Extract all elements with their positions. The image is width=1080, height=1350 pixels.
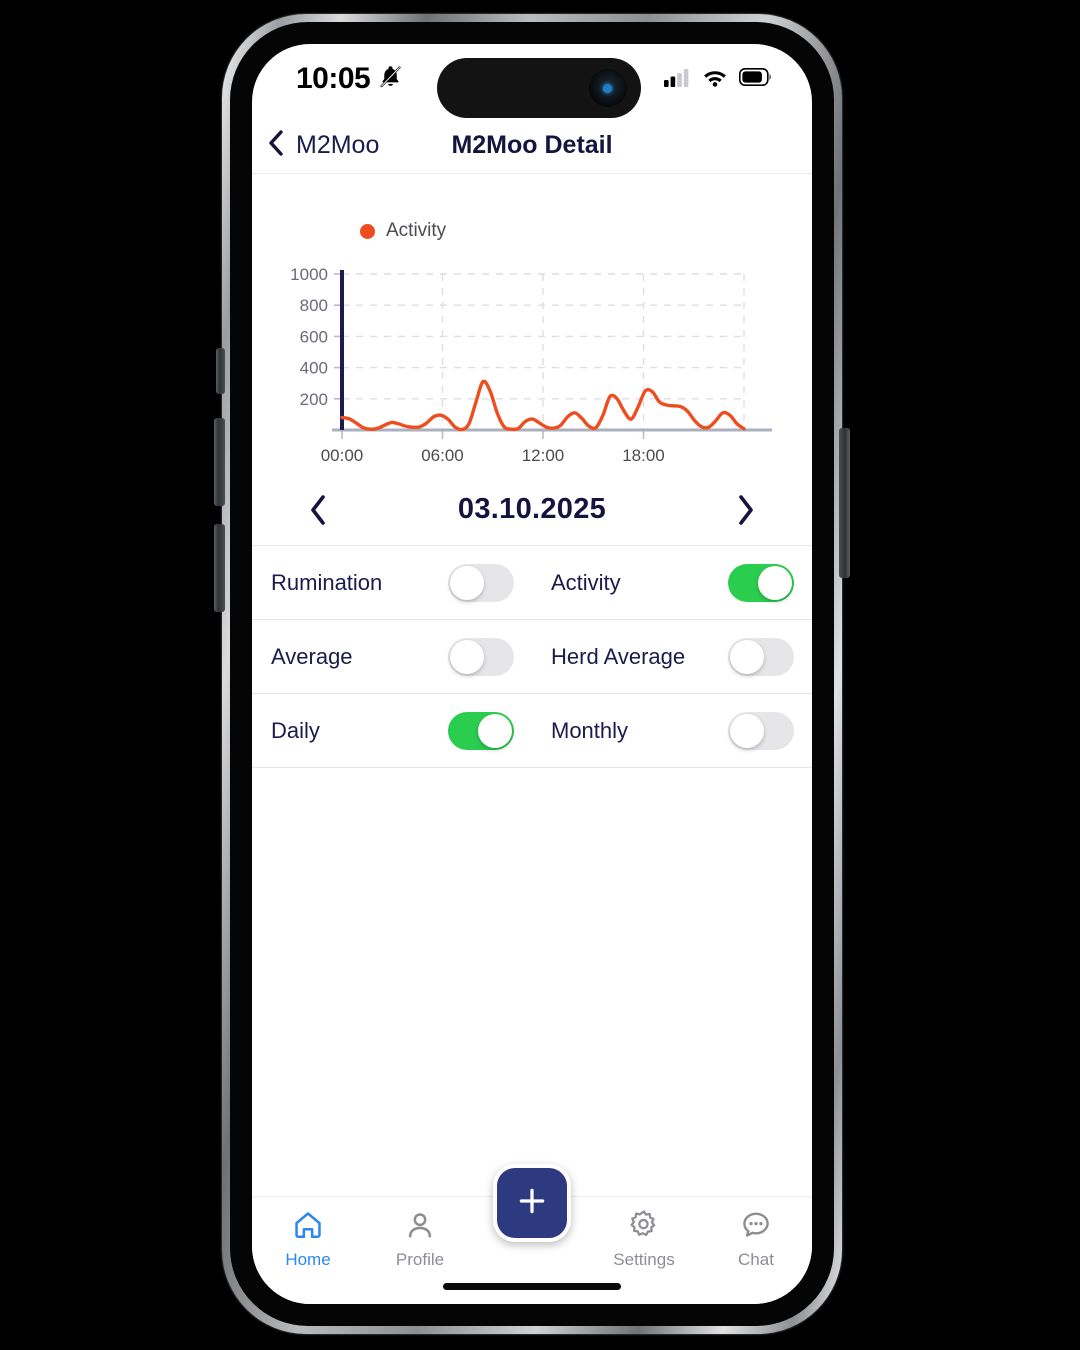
chart-legend: Activity	[360, 220, 812, 242]
tab-label-settings: Settings	[613, 1250, 675, 1269]
toggle-switch-average[interactable]	[448, 637, 514, 676]
svg-text:600: 600	[300, 327, 328, 346]
volume-up-button[interactable]	[214, 418, 225, 506]
toggle-cell-activity: Activity	[532, 563, 812, 602]
cellular-signal-icon	[664, 67, 691, 92]
toggle-switch-herd-average[interactable]	[728, 637, 794, 676]
toggle-knob	[730, 639, 764, 674]
legend-dot-icon	[360, 223, 375, 239]
gear-icon	[628, 1209, 660, 1246]
svg-text:06:00: 06:00	[421, 446, 464, 465]
svg-text:800: 800	[300, 296, 328, 315]
plus-icon	[515, 1184, 549, 1223]
battery-icon	[739, 67, 772, 91]
wifi-icon	[702, 67, 728, 92]
tab-chat[interactable]: Chat	[700, 1209, 812, 1270]
metric-toggle-list: Rumination Activity Average Herd Average	[252, 546, 812, 768]
status-time: 10:05	[296, 62, 371, 95]
toggle-switch-rumination[interactable]	[448, 563, 514, 602]
svg-text:1000: 1000	[290, 265, 328, 284]
toggle-label-activity: Activity	[551, 569, 621, 595]
toggle-knob	[758, 565, 792, 600]
home-icon	[292, 1209, 324, 1246]
tab-label-profile: Profile	[395, 1250, 445, 1269]
bell-muted-icon	[378, 64, 403, 94]
status-bar: 10:05	[252, 44, 812, 118]
toggle-knob	[450, 639, 484, 674]
toggle-cell-average: Average	[252, 637, 532, 676]
svg-text:400: 400	[300, 359, 328, 378]
status-bar-right	[664, 67, 778, 92]
toggle-label-average: Average	[271, 643, 353, 669]
date-selector: 03.10.2025	[252, 474, 812, 546]
next-day-button[interactable]	[735, 493, 757, 527]
legend-label: Activity	[386, 220, 447, 241]
volume-down-button[interactable]	[214, 524, 225, 612]
toggle-label-herd-average: Herd Average	[551, 643, 686, 669]
chat-bubble-icon	[740, 1209, 772, 1246]
toggle-cell-monthly: Monthly	[532, 711, 812, 750]
toggle-knob	[730, 713, 764, 748]
activity-line-chart[interactable]: 1000 800 600 400 200 00:00 06:00 12:00 18:00	[252, 258, 812, 473]
status-bar-left: 10:05	[296, 62, 403, 96]
toggle-knob	[478, 713, 512, 748]
phone-screen: 10:05 M2Moo M2Moo Detail Activity 1000 8…	[252, 44, 812, 1304]
tab-profile[interactable]: Profile	[364, 1209, 476, 1270]
tab-home[interactable]: Home	[252, 1209, 364, 1270]
toggle-row: Rumination Activity	[252, 546, 812, 620]
navigation-bar: M2Moo M2Moo Detail	[252, 118, 812, 174]
power-button[interactable]	[839, 428, 850, 578]
front-camera-icon	[589, 69, 627, 107]
dynamic-island	[437, 58, 641, 118]
svg-text:12:00: 12:00	[522, 446, 565, 465]
svg-text:18:00: 18:00	[622, 446, 665, 465]
toggle-label-rumination: Rumination	[271, 569, 383, 595]
toggle-label-monthly: Monthly	[551, 717, 629, 743]
silent-switch-button[interactable]	[216, 348, 225, 394]
svg-text:200: 200	[300, 390, 328, 409]
toggle-row: Daily Monthly	[252, 694, 812, 768]
toggle-cell-daily: Daily	[252, 711, 532, 750]
selected-date: 03.10.2025	[457, 493, 607, 525]
tab-label-chat: Chat	[738, 1250, 774, 1269]
tab-settings[interactable]: Settings	[588, 1209, 700, 1270]
person-icon	[404, 1209, 436, 1246]
toggle-label-daily: Daily	[271, 717, 320, 743]
activity-chart-card: Activity 1000 800 600 400 200 00:00 06:00 12:00…	[252, 174, 812, 474]
toggle-cell-rumination: Rumination	[252, 563, 532, 602]
screenshot-stage: 10:05 M2Moo M2Moo Detail Activity 1000 8…	[0, 0, 1080, 1350]
toggle-knob	[450, 565, 484, 600]
toggle-switch-activity[interactable]	[728, 563, 794, 602]
toggle-row: Average Herd Average	[252, 620, 812, 694]
add-button[interactable]	[493, 1164, 571, 1242]
toggle-cell-herd-average: Herd Average	[532, 637, 812, 676]
home-indicator	[443, 1283, 621, 1290]
previous-day-button[interactable]	[307, 493, 329, 527]
back-button-label: M2Moo	[296, 131, 380, 159]
svg-text:00:00: 00:00	[321, 446, 364, 465]
back-button[interactable]: M2Moo	[266, 128, 379, 163]
toggle-switch-daily[interactable]	[448, 711, 514, 750]
chevron-left-icon	[266, 128, 286, 163]
tab-label-home: Home	[285, 1250, 331, 1269]
toggle-switch-monthly[interactable]	[728, 711, 794, 750]
chart-svg: 1000 800 600 400 200 00:00 06:00 12:00 18:00	[290, 265, 772, 465]
